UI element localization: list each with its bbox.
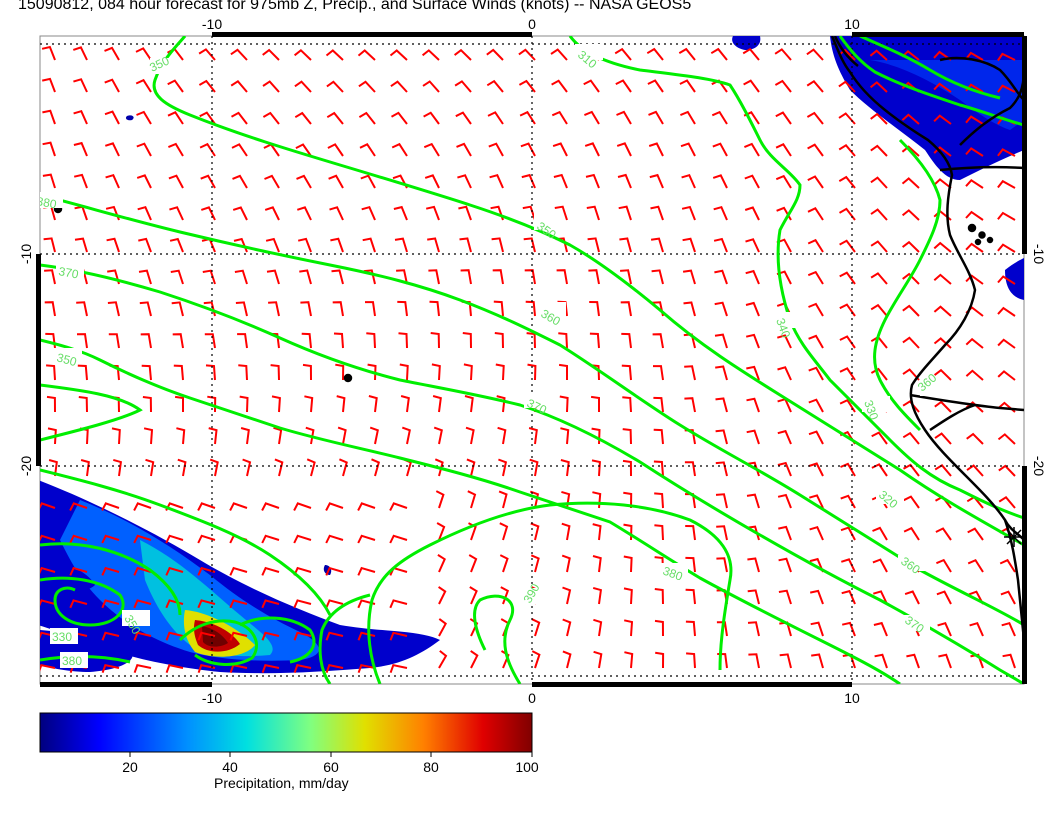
contour-label: 330 — [52, 630, 72, 644]
right-tick-label: -10 — [1031, 244, 1047, 264]
top-tick-label: 0 — [528, 16, 536, 32]
location-marker — [1004, 527, 1024, 547]
colorbar-tick: 80 — [423, 759, 439, 775]
colorbar-tick: 40 — [222, 759, 238, 775]
precipitation-colorbar: 20 40 60 80 100 — [39, 712, 539, 775]
top-tick-label: -10 — [202, 16, 222, 32]
colorbar-tick: 20 — [122, 759, 138, 775]
colorbar-label: Precipitation, mm/day — [214, 775, 349, 791]
left-tick-label: -10 — [18, 244, 34, 264]
colorbar-tick: 100 — [515, 759, 539, 775]
bottom-tick-label: -10 — [202, 690, 222, 706]
contour-label: 380 — [62, 654, 82, 668]
bottom-tick-label: 0 — [528, 690, 536, 706]
contour-label: 380 — [35, 194, 57, 211]
top-tick-label: 10 — [844, 16, 860, 32]
forecast-map: 350 310 380 350 370 360 350 370 340 330 … — [18, 16, 1047, 775]
colorbar-tick: 60 — [323, 759, 339, 775]
left-tick-label: -20 — [18, 456, 34, 476]
right-tick-label: -20 — [1031, 456, 1047, 476]
bottom-tick-label: 10 — [844, 690, 860, 706]
